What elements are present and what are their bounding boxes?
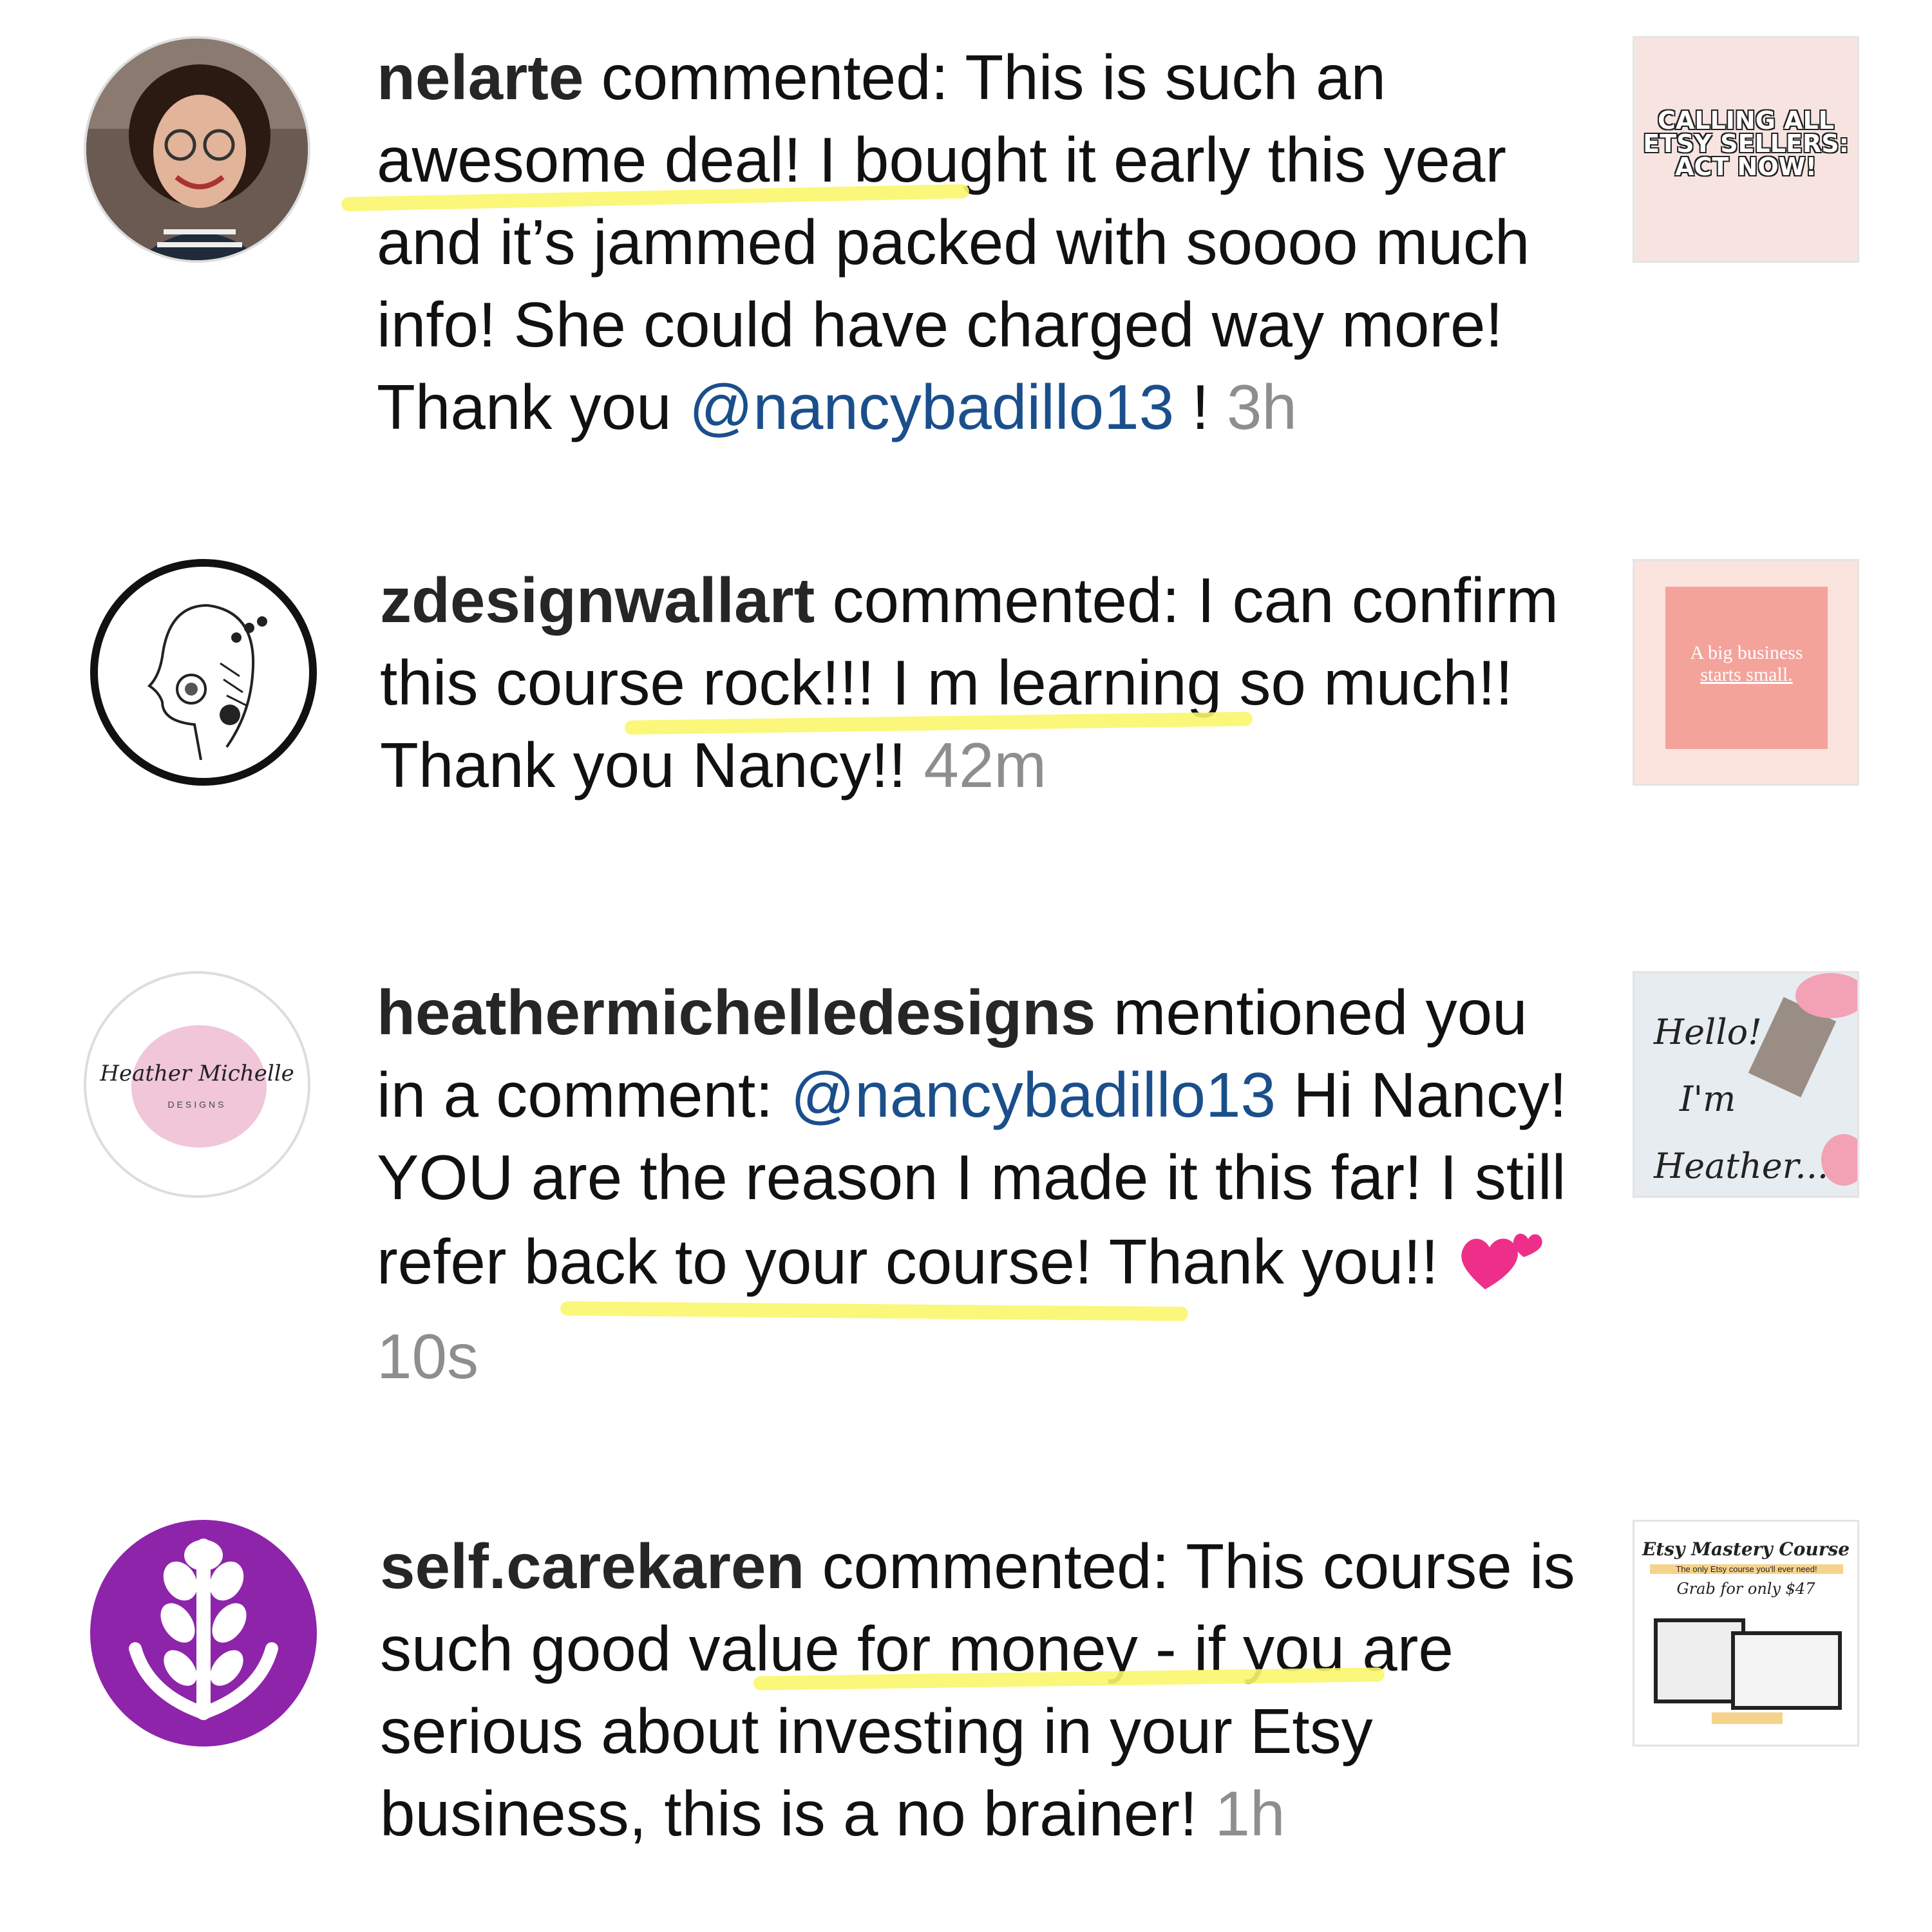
avatar-blob — [131, 1025, 267, 1148]
action-text: commented: — [601, 42, 949, 113]
username[interactable]: nelarte — [377, 42, 583, 113]
mention-link[interactable]: @nancybadillo13 — [791, 1059, 1276, 1130]
lavender-icon — [129, 1539, 278, 1720]
comment-text: I can confirm — [1197, 565, 1558, 636]
post-thumbnail[interactable]: A big business starts small. — [1633, 559, 1859, 786]
thumbnail-title: Etsy Mastery Course — [1642, 1539, 1850, 1560]
avatar[interactable] — [90, 559, 317, 786]
timestamp: 3h — [1226, 372, 1297, 442]
avatar-subtext: DESIGNS — [167, 1099, 227, 1110]
timestamp: 42m — [923, 730, 1046, 800]
comment-text: This course is — [1186, 1531, 1575, 1602]
avatar[interactable]: Heather Michelle DESIGNS — [84, 971, 310, 1198]
timestamp: 1h — [1215, 1778, 1285, 1849]
action-text: commented: — [832, 565, 1180, 636]
username[interactable]: self.carekaren — [380, 1531, 804, 1602]
woman-portrait-icon — [86, 39, 308, 260]
notification-text: nelarte commented: This is such an aweso… — [377, 36, 1587, 448]
notification-text: heathermichelledesigns mentioned you in … — [377, 971, 1587, 1397]
comment-text: ! — [1191, 372, 1209, 442]
comment-text: This is such — [965, 42, 1298, 113]
thumbnail-button — [1712, 1712, 1783, 1724]
two-hearts-icon — [1456, 1218, 1546, 1315]
thumbnail-device — [1731, 1631, 1842, 1710]
avatar-script: Heather Michelle — [100, 1061, 294, 1086]
username[interactable]: heathermichelledesigns — [377, 977, 1096, 1048]
thumbnail-price: Grab for only $47 — [1676, 1580, 1815, 1598]
timestamp: 10s — [377, 1321, 479, 1392]
avatar[interactable] — [84, 36, 310, 263]
post-thumbnail[interactable]: Hello! I'm Heather... — [1633, 971, 1859, 1198]
thumbnail-banner: The only Etsy course you'll ever need! — [1650, 1564, 1843, 1574]
post-thumbnail[interactable]: Etsy Mastery Course The only Etsy course… — [1633, 1520, 1859, 1747]
action-text: commented: — [822, 1531, 1170, 1602]
notification-text: self.carekaren commented: This course is… — [380, 1525, 1591, 1855]
highlighted-text: reason I made it this far! — [744, 1142, 1423, 1213]
notification-text: zdesignwallart commented: I can confirm … — [380, 559, 1591, 806]
avatar[interactable] — [90, 1520, 317, 1747]
line-art-face-icon — [147, 604, 267, 761]
thumbnail-card: A big business starts small. — [1665, 587, 1828, 749]
thumbnail-caption: CALLING ALL ETSY SELLERS: ACT NOW! — [1643, 106, 1849, 181]
highlighted-text: such good value for — [380, 1613, 931, 1684]
post-thumbnail[interactable]: CALLING ALL ETSY SELLERS: ACT NOW! — [1633, 36, 1859, 263]
thumbnail-caption: Hello! I'm Heather... — [1654, 1012, 1829, 1186]
username[interactable]: zdesignwallart — [380, 565, 815, 636]
mention-link[interactable]: @nancybadillo13 — [689, 372, 1174, 442]
highlighted-text: this course rock!!! — [380, 647, 875, 718]
thumbnail-caption: A big business starts small. — [1690, 642, 1803, 685]
